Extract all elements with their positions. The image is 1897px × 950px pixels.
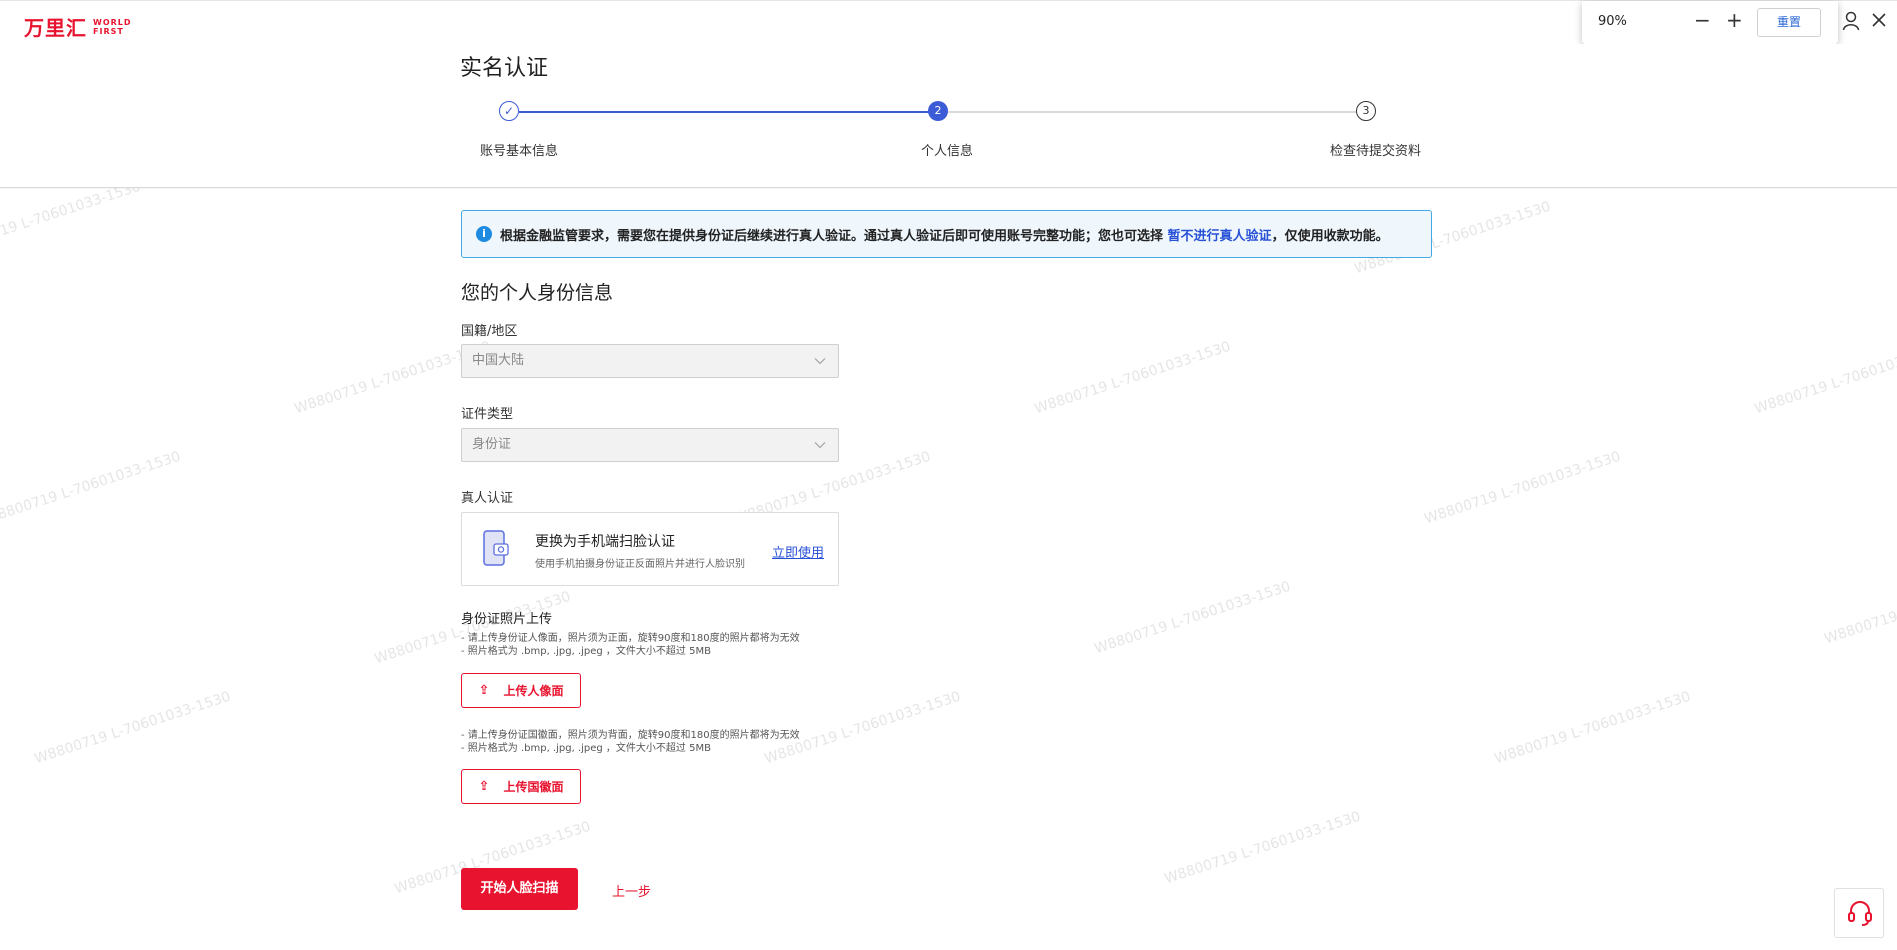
- watermark: W8800719 L-70601033-1530: [1162, 808, 1363, 888]
- step-2-indicator: 2: [928, 101, 948, 121]
- id-type-value: 身份证: [472, 437, 512, 452]
- zoom-in-button[interactable]: +: [1726, 8, 1743, 32]
- watermark: W8800719 L-70601033-1530: [0, 448, 183, 528]
- customer-support-button[interactable]: [1834, 888, 1884, 938]
- watermark: W8800719 L-70601033-1530: [0, 178, 143, 258]
- previous-step-link[interactable]: 上一步: [612, 881, 651, 900]
- use-now-link[interactable]: 立即使用: [772, 542, 824, 561]
- nationality-value: 中国大陆: [472, 353, 525, 368]
- step-1-label: 账号基本信息: [480, 144, 559, 159]
- face-verify-label: 真人认证: [461, 491, 514, 506]
- watermark: W8800719 L-70601033-1530: [1092, 578, 1293, 658]
- upload-icon: ⇪: [478, 779, 490, 794]
- banner-text: 根据金融监管要求，需要您在提供身份证后继续进行真人验证。通过真人验证后即可使用账…: [500, 225, 1389, 244]
- nationality-select[interactable]: 中国大陆: [461, 344, 839, 378]
- back-hint-1: - 请上传身份证国徽面，照片须为背面，旋转90度和180度的照片都将为无效: [461, 730, 800, 741]
- phone-scan-icon: [482, 529, 512, 573]
- id-type-label: 证件类型: [461, 407, 514, 422]
- steps-header: 实名认证 ✓ 2 3 账号基本信息 个人信息 检查待提交资料: [0, 44, 1897, 188]
- info-banner: i 根据金融监管要求，需要您在提供身份证后继续进行真人验证。通过真人验证后即可使…: [461, 210, 1432, 258]
- chevron-down-icon: [814, 345, 826, 377]
- page-title: 实名认证: [460, 56, 549, 81]
- back-hint-2: - 照片格式为 .bmp, .jpg, .jpeg ，文件大小不超过 5MB: [461, 743, 711, 754]
- watermark: W8800719 L-70601033-1530: [1492, 688, 1693, 768]
- step-3-indicator: 3: [1356, 101, 1376, 121]
- info-icon: i: [476, 226, 492, 242]
- logo-text-en: WORLD FIRST: [93, 18, 132, 36]
- nationality-label: 国籍/地区: [461, 324, 518, 339]
- user-icon[interactable]: [1842, 11, 1860, 36]
- logo-en-line1: WORLD: [93, 17, 132, 27]
- skip-verification-link[interactable]: 暂不进行真人验证: [1168, 229, 1272, 244]
- logo-text-cn: 万里汇: [24, 16, 87, 40]
- start-face-scan-button[interactable]: 开始人脸扫描: [461, 868, 578, 910]
- id-type-select[interactable]: 身份证: [461, 428, 839, 462]
- step-connector-todo: [948, 111, 1357, 113]
- front-hint-2: - 照片格式为 .bmp, .jpg, .jpeg ，文件大小不超过 5MB: [461, 646, 711, 657]
- step-3-label: 检查待提交资料: [1330, 144, 1422, 159]
- zoom-reset-button[interactable]: 重置: [1757, 8, 1821, 37]
- face-card-subtitle: 使用手机拍摄身份证正反面照片并进行人脸识别: [535, 559, 745, 570]
- chevron-down-icon: [814, 429, 826, 461]
- id-upload-title: 身份证照片上传: [461, 612, 553, 627]
- banner-text-tail: ，仅使用收款功能。: [1271, 228, 1389, 244]
- step-2-label: 个人信息: [921, 144, 974, 159]
- upload-back-button[interactable]: ⇪ 上传国徽面: [461, 769, 581, 804]
- watermark: W8800719 L-70601033-1530: [1822, 569, 1897, 648]
- logo-en-line2: FIRST: [93, 26, 124, 36]
- brand-logo[interactable]: 万里汇 WORLD FIRST: [24, 12, 132, 41]
- mobile-face-scan-card: 更换为手机端扫脸认证 使用手机拍摄身份证正反面照片并进行人脸识别 立即使用: [461, 512, 839, 586]
- headset-icon: [1848, 901, 1872, 931]
- front-hint-1: - 请上传身份证人像面，照片须为正面，旋转90度和180度的照片都将为无效: [461, 633, 800, 644]
- banner-text-main: 根据金融监管要求，需要您在提供身份证后继续进行真人验证。通过真人验证后即可使用账…: [500, 228, 1164, 244]
- close-icon[interactable]: [1872, 11, 1886, 32]
- face-card-title: 更换为手机端扫脸认证: [535, 534, 675, 550]
- watermark: W8800719 L-70601033-1530: [762, 688, 963, 768]
- zoom-level: 90%: [1598, 14, 1627, 29]
- watermark: W8800719 L-70601033-1530: [1032, 338, 1233, 418]
- step-connector-done: [519, 111, 936, 113]
- zoom-out-button[interactable]: −: [1694, 8, 1711, 32]
- zoom-popup: 90% − + 重置: [1582, 1, 1838, 44]
- upload-front-label: 上传人像面: [503, 684, 564, 698]
- watermark: W8800719 L-70601033-1530: [1752, 338, 1897, 418]
- step-1-check-icon: ✓: [499, 101, 519, 121]
- watermark: W8800719 L-70601033-1530: [32, 688, 233, 768]
- upload-icon: ⇪: [478, 683, 490, 698]
- upload-back-label: 上传国徽面: [503, 780, 564, 794]
- upload-front-button[interactable]: ⇪ 上传人像面: [461, 673, 581, 708]
- top-bar: 万里汇 WORLD FIRST 90% − + 重置: [0, 0, 1897, 45]
- watermark: W8800719 L-70601033-1530: [1422, 448, 1623, 528]
- section-title: 您的个人身份信息: [461, 282, 614, 304]
